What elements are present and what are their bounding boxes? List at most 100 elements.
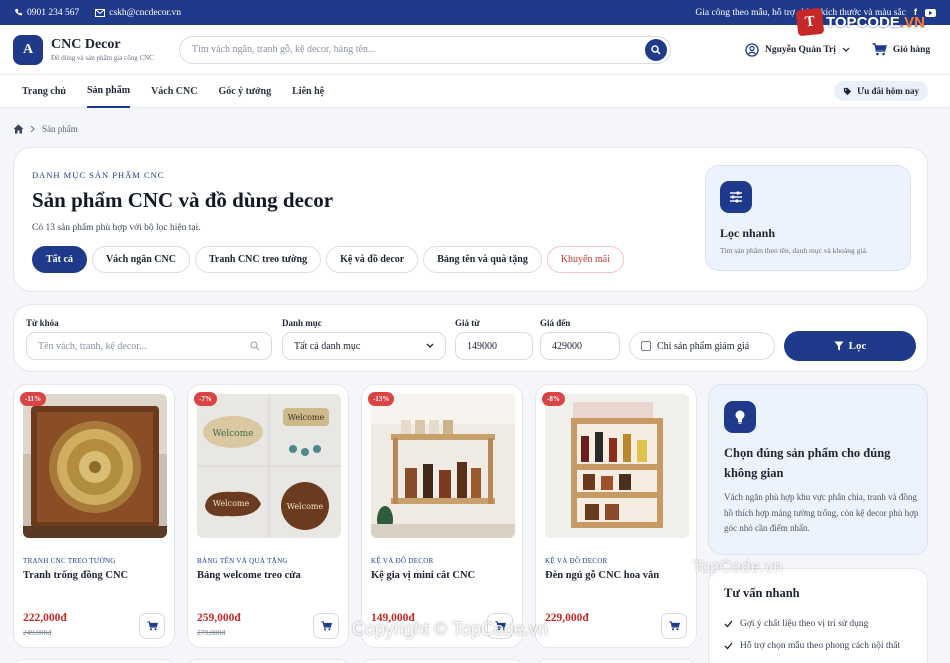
- breadcrumb: Sản phẩm: [13, 124, 78, 134]
- chip-shelves-decor[interactable]: Kệ và đồ decor: [326, 246, 419, 273]
- keyword-label: Từ khóa: [26, 318, 59, 328]
- product-card[interactable]: -11% TRANH CNC TREO TƯỜNG Tranh trống đồ…: [13, 384, 175, 648]
- discount-badge: -8%: [542, 392, 565, 406]
- product-card-partial: [13, 659, 175, 663]
- add-to-cart-button[interactable]: [661, 613, 687, 639]
- svg-text:Welcome: Welcome: [212, 429, 253, 439]
- product-category[interactable]: TRANH CNC TREO TƯỜNG: [23, 557, 116, 565]
- phone-contact[interactable]: 0901 234 567: [14, 8, 79, 18]
- sliders-icon: [720, 181, 752, 213]
- nav-item-cnc-partitions[interactable]: Vách CNC: [151, 75, 197, 108]
- user-icon: [745, 42, 759, 57]
- category-chips: Tất cả Vách ngăn CNC Tranh CNC treo tườn…: [32, 246, 624, 273]
- page-title: Sản phẩm CNC và đồ dùng decor: [32, 188, 334, 212]
- price-to-label: Giá đến: [540, 318, 571, 328]
- price-from-input[interactable]: 149000: [455, 332, 533, 360]
- product-old-price: 279,000đ: [197, 628, 226, 637]
- chevron-right-icon: [30, 125, 35, 133]
- product-price: 222,000đ: [23, 612, 67, 624]
- quick-filter-desc: Tìm sản phẩm theo tên, danh mục và khoản…: [720, 246, 868, 255]
- user-menu[interactable]: Nguyễn Quản Trị: [745, 42, 850, 57]
- chip-cnc-partitions[interactable]: Vách ngăn CNC: [91, 246, 190, 273]
- add-to-cart-button[interactable]: [313, 613, 339, 639]
- product-category[interactable]: KỆ VÀ ĐỒ DECOR: [371, 557, 434, 565]
- brand-tagline: Đồ dùng và sản phẩm gia công CNC: [51, 54, 154, 62]
- product-card[interactable]: -13% KỆ VÀ ĐỒ DECOR Kệ gia vị mini cắt C…: [361, 384, 523, 648]
- product-price: 259,000đ: [197, 612, 241, 624]
- product-name[interactable]: Tranh trống đồng CNC: [23, 570, 128, 581]
- chip-wall-art[interactable]: Tranh CNC treo tường: [194, 246, 322, 273]
- discount-badge: -13%: [368, 392, 395, 406]
- discount-badge: -7%: [194, 392, 217, 406]
- mail-icon: [95, 8, 106, 17]
- chip-promotions[interactable]: Khuyến mãi: [546, 246, 624, 273]
- product-image-drum-painting[interactable]: [23, 394, 167, 538]
- search-icon: [250, 341, 260, 351]
- brand-logo[interactable]: A CNC Decor Đồ dùng và sản phẩm gia công…: [13, 34, 179, 65]
- email-contact[interactable]: cskh@cncdecor.vn: [95, 8, 181, 18]
- search-icon: [651, 44, 661, 55]
- product-image-night-lamp[interactable]: [545, 394, 689, 538]
- search-bar: [179, 35, 671, 64]
- category-label: Danh mục: [282, 318, 322, 328]
- svg-text:Welcome: Welcome: [213, 499, 250, 508]
- cart-icon: [146, 621, 158, 631]
- product-image-spice-rack[interactable]: [371, 394, 515, 538]
- product-category[interactable]: KỆ VÀ ĐỒ DECOR: [545, 557, 608, 565]
- filter-submit-button[interactable]: Lọc: [784, 331, 916, 361]
- email-text: cskh@cncdecor.vn: [109, 7, 182, 18]
- main-nav: Trang chủ Sản phẩm Vách CNC Góc ý tưởng …: [0, 75, 950, 108]
- watermark-copyright: Copyright © TopCode.vn: [352, 619, 549, 639]
- product-name[interactable]: Bảng welcome treo cửa: [197, 570, 301, 581]
- category-value: Tất cả danh mục: [294, 340, 361, 352]
- filter-bar: Từ khóa Tên vách, tranh, kệ decor... Dan…: [13, 304, 928, 372]
- keyword-placeholder: Tên vách, tranh, kệ decor...: [38, 340, 147, 352]
- tip-title: Chọn đúng sản phẩm cho đúng không gian: [724, 446, 891, 480]
- deal-button[interactable]: Ưu đãi hôm nay: [834, 81, 928, 101]
- add-to-cart-button[interactable]: [139, 613, 165, 639]
- tag-icon: [843, 87, 852, 95]
- chip-nameplates-gifts[interactable]: Bảng tên và quà tặng: [423, 246, 542, 273]
- check-icon: [724, 620, 733, 628]
- product-old-price: 249,000đ: [23, 628, 52, 637]
- youtube-icon[interactable]: [925, 8, 936, 17]
- nav-item-ideas[interactable]: Góc ý tưởng: [218, 75, 271, 108]
- svg-text:Welcome: Welcome: [288, 413, 325, 422]
- discount-badge: -11%: [20, 392, 46, 406]
- discount-only-toggle[interactable]: Chỉ sản phẩm giảm giá: [629, 332, 775, 360]
- product-price: 229,000đ: [545, 612, 589, 624]
- nav-item-home[interactable]: Trang chủ: [22, 75, 66, 108]
- home-icon[interactable]: [13, 124, 24, 134]
- product-name[interactable]: Kệ gia vị mini cắt CNC: [371, 570, 475, 581]
- cart-link[interactable]: Giỏ hàng: [872, 43, 930, 56]
- chevron-down-icon: [842, 47, 850, 52]
- nav-item-products[interactable]: Sản phẩm: [87, 75, 131, 108]
- result-count: Có 13 sản phẩm phù hợp với bộ lọc hiện t…: [32, 223, 201, 233]
- chip-all[interactable]: Tất cả: [32, 246, 87, 273]
- nav-item-contact[interactable]: Liên hệ: [292, 75, 324, 108]
- advice-item: Gợi ý chất liệu theo vị trí sử dụng: [724, 613, 900, 635]
- keyword-input[interactable]: Tên vách, tranh, kệ decor...: [26, 332, 272, 360]
- search-button[interactable]: [645, 38, 667, 61]
- discount-checkbox[interactable]: [641, 341, 651, 351]
- category-select[interactable]: Tất cả danh mục: [282, 332, 446, 360]
- product-category[interactable]: BẢNG TÊN VÀ QUÀ TẶNG: [197, 557, 288, 565]
- price-to-input[interactable]: 429000: [540, 332, 620, 360]
- advice-text: Gợi ý chất liệu theo vị trí sử dụng: [740, 619, 869, 629]
- chevron-down-icon: [426, 343, 434, 348]
- cart-icon: [668, 621, 680, 631]
- check-icon: [724, 642, 733, 650]
- category-hero: DANH MỤC SẢN PHẨM CNC Sản phẩm CNC và đồ…: [13, 147, 928, 292]
- watermark-logo-mark: T: [795, 7, 825, 37]
- deal-label: Ưu đãi hôm nay: [857, 86, 919, 96]
- product-card[interactable]: -8% KỆ VÀ ĐỒ DECOR Đèn ngủ gỗ CNC hoa vă…: [535, 384, 697, 648]
- product-image-welcome-sign[interactable]: Welcome Welcome Welcome Welcome: [197, 394, 341, 538]
- cart-icon: [872, 43, 887, 56]
- product-name[interactable]: Đèn ngủ gỗ CNC hoa văn: [545, 570, 659, 581]
- product-card[interactable]: Welcome Welcome Welcome Welcome -7% BẢNG…: [187, 384, 349, 648]
- advice-item: Hỗ trợ chọn mẫu theo phong cách nội thất: [724, 635, 900, 657]
- cart-label: Giỏ hàng: [892, 44, 931, 55]
- search-input[interactable]: [192, 44, 645, 55]
- lightbulb-icon: [724, 401, 756, 433]
- watermark-logo-text: TOPCODE.VN: [826, 13, 925, 31]
